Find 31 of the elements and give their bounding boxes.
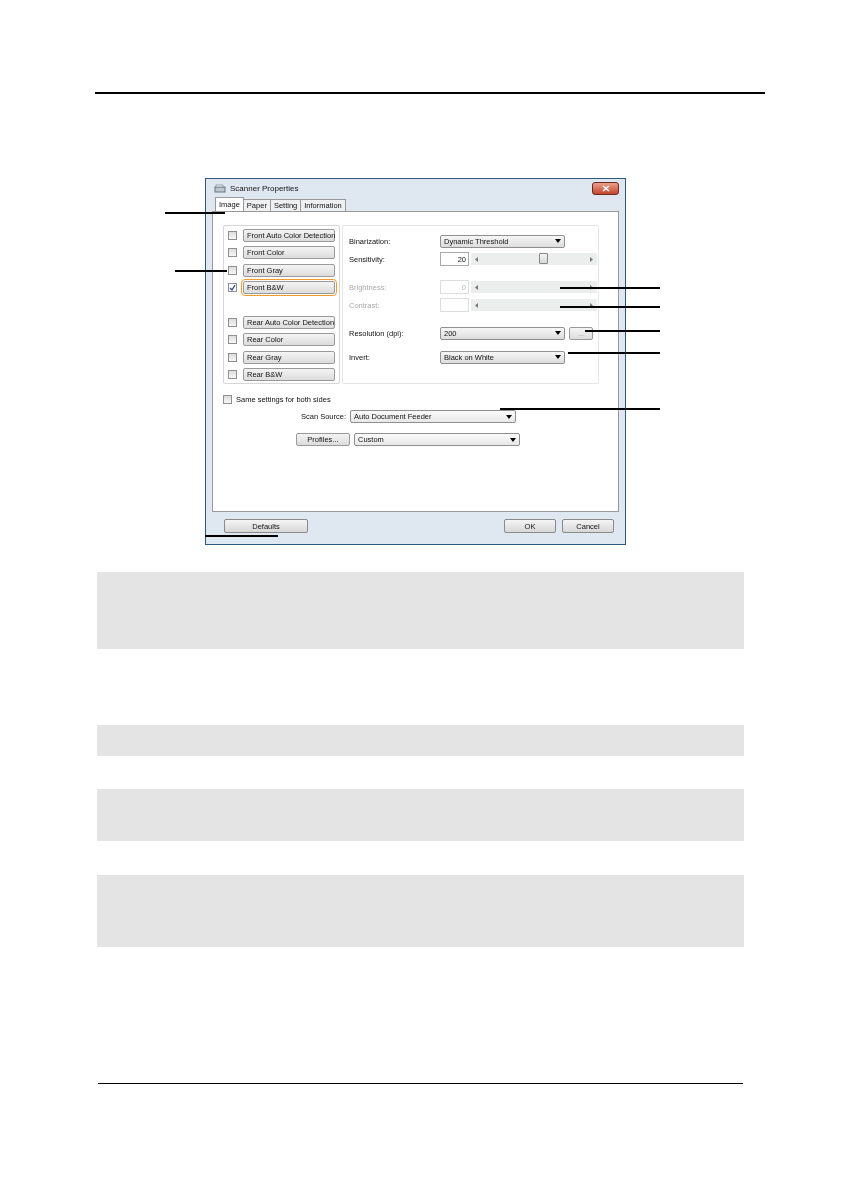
slider-track[interactable] <box>471 299 597 311</box>
value-field[interactable] <box>440 298 469 312</box>
close-icon <box>601 185 610 192</box>
caret-icon <box>555 331 561 335</box>
checkbox[interactable] <box>228 283 237 293</box>
checkbox[interactable] <box>228 230 237 240</box>
window-title: Scanner Properties <box>230 184 299 193</box>
checkbox[interactable] <box>228 352 237 362</box>
checkbox[interactable] <box>228 370 237 380</box>
scanner-icon <box>214 183 226 194</box>
slider-track[interactable] <box>471 253 597 265</box>
checkbox[interactable] <box>228 265 237 275</box>
slider-track[interactable] <box>471 281 597 293</box>
left-arrow-icon <box>475 256 478 262</box>
right-arrow-icon <box>590 284 593 290</box>
checkbox[interactable] <box>228 317 237 327</box>
caret-icon <box>555 355 561 359</box>
close-button[interactable] <box>592 182 619 195</box>
checkbox[interactable] <box>223 395 232 404</box>
caret-icon <box>555 239 561 243</box>
left-arrow-icon <box>475 302 478 308</box>
left-arrow-icon <box>475 284 478 290</box>
leader-line <box>165 212 225 214</box>
caret-icon <box>506 414 512 419</box>
checkbox[interactable] <box>228 248 237 258</box>
caret-icon <box>510 437 516 442</box>
slider-thumb[interactable] <box>538 253 548 264</box>
leader-line <box>175 270 227 272</box>
right-arrow-icon <box>590 302 593 308</box>
checkbox[interactable] <box>228 335 237 345</box>
right-arrow-icon <box>590 256 593 262</box>
